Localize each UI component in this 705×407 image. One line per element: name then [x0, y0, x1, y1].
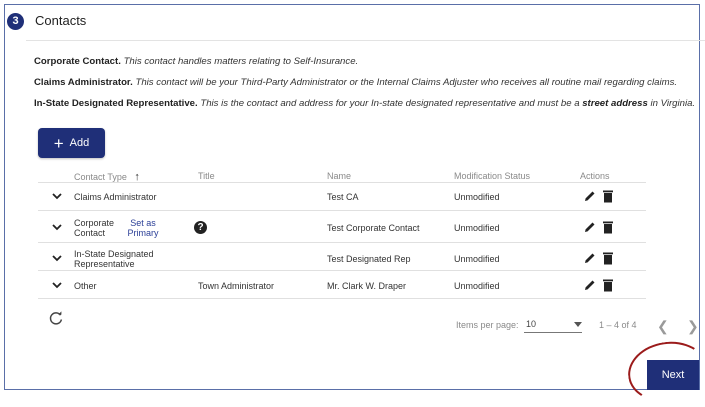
- corporate-contact-description: Corporate Contact. This contact handles …: [34, 56, 359, 67]
- header-divider: [26, 40, 705, 41]
- delete-trash-icon[interactable]: [601, 278, 615, 292]
- chevron-down-icon[interactable]: [52, 280, 62, 290]
- edit-pencil-icon[interactable]: [583, 220, 597, 234]
- row-status: Unmodified: [454, 254, 500, 264]
- row-divider: [38, 210, 646, 211]
- table-divider: [38, 182, 646, 183]
- row-contact-type: Claims Administrator: [74, 192, 157, 202]
- chevron-down-icon[interactable]: [52, 191, 62, 201]
- row-status: Unmodified: [454, 192, 500, 202]
- section-title: Contacts: [35, 13, 87, 28]
- row-divider: [38, 298, 646, 299]
- column-header-title[interactable]: Title: [198, 171, 215, 181]
- previous-page-icon[interactable]: ❮: [657, 318, 669, 335]
- edit-pencil-icon[interactable]: [583, 251, 597, 265]
- column-header-actions: Actions: [580, 171, 610, 181]
- chevron-down-icon[interactable]: [52, 253, 62, 263]
- row-contact-type: In-State Designated Representative: [74, 249, 154, 269]
- in-state-representative-description: In-State Designated Representative. This…: [34, 98, 696, 109]
- row-name: Test Corporate Contact: [327, 223, 420, 233]
- row-title: Town Administrator: [198, 281, 275, 291]
- row-contact-type: Corporate Contact: [74, 218, 115, 238]
- row-status: Unmodified: [454, 223, 500, 233]
- items-per-page-select[interactable]: 10: [524, 318, 582, 333]
- delete-trash-icon[interactable]: [601, 220, 615, 234]
- row-name: Test Designated Rep: [327, 254, 411, 264]
- step-number-badge: 3: [7, 13, 24, 30]
- row-contact-type: Other: [74, 281, 97, 291]
- row-name: Test CA: [327, 192, 359, 202]
- chevron-down-icon[interactable]: [52, 222, 62, 232]
- row-status: Unmodified: [454, 281, 500, 291]
- edit-pencil-icon[interactable]: [583, 189, 597, 203]
- next-page-icon[interactable]: ❯: [687, 318, 699, 335]
- edit-pencil-icon[interactable]: [583, 278, 597, 292]
- row-divider: [38, 242, 646, 243]
- row-name: Mr. Clark W. Draper: [327, 281, 407, 291]
- plus-icon: +: [53, 133, 64, 153]
- delete-trash-icon[interactable]: [601, 251, 615, 265]
- add-contact-button[interactable]: + Add: [38, 128, 105, 158]
- refresh-icon[interactable]: [48, 310, 64, 326]
- row-divider: [38, 270, 646, 271]
- dropdown-caret-icon: [574, 322, 582, 327]
- help-question-icon[interactable]: ?: [194, 221, 207, 234]
- set-as-primary-link[interactable]: Set as Primary: [120, 218, 166, 238]
- column-header-modification-status[interactable]: Modification Status: [454, 171, 530, 181]
- delete-trash-icon[interactable]: [601, 189, 615, 203]
- pagination-range: 1 – 4 of 4: [599, 320, 637, 330]
- claims-administrator-description: Claims Administrator. This contact will …: [34, 77, 678, 88]
- items-per-page-label: Items per page:: [456, 320, 519, 330]
- column-header-name[interactable]: Name: [327, 171, 351, 181]
